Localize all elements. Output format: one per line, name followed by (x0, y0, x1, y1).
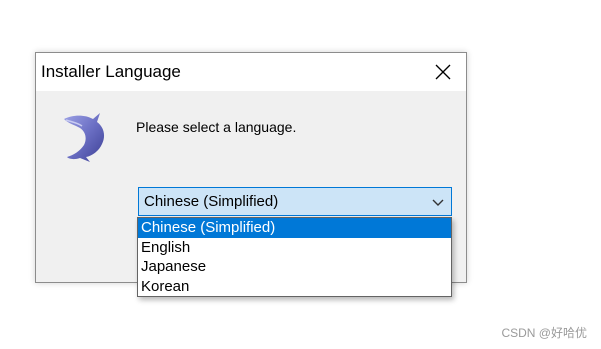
language-option-english[interactable]: English (138, 238, 451, 258)
language-option-chinese-simplified[interactable]: Chinese (Simplified) (138, 218, 451, 238)
close-button[interactable] (420, 53, 466, 91)
watermark: CSDN @好哈优 (501, 326, 587, 340)
screen: Installer Language Please select a langu… (0, 0, 601, 349)
dolphin-icon (64, 113, 105, 162)
language-option-japanese[interactable]: Japanese (138, 257, 451, 277)
window-title: Installer Language (41, 62, 181, 81)
chevron-down-icon (432, 199, 444, 206)
title-bar: Installer Language (36, 53, 466, 91)
language-select[interactable]: Chinese (Simplified) (138, 187, 452, 216)
close-icon (435, 64, 451, 80)
language-option-korean[interactable]: Korean (138, 277, 451, 297)
language-dropdown-list: Chinese (Simplified) English Japanese Ko… (137, 217, 452, 297)
prompt-text: Please select a language. (136, 119, 297, 135)
language-select-value: Chinese (Simplified) (144, 193, 279, 210)
